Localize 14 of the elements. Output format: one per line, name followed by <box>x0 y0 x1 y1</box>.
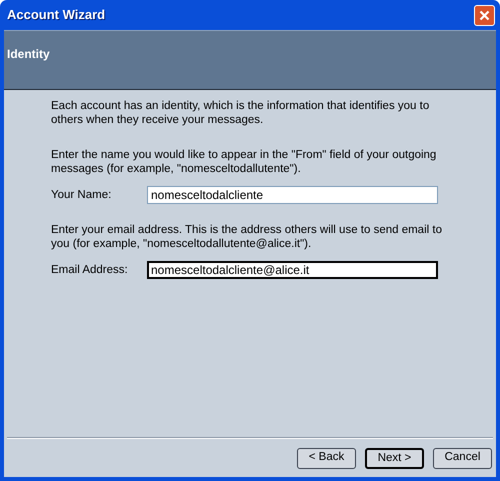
field-label: Email Address: <box>51 263 129 277</box>
text-field[interactable]: nomesceltodalcliente <box>147 186 438 204</box>
close-button[interactable] <box>474 4 495 26</box>
intro-text: Each account has an identity, which is the information that identifies you to others when they receive your messages. <box>51 99 430 127</box>
instruction-text: Enter your email address. This is the address others will use to send email to you (for example, "nomesceltodallutente@alice.it"). <box>51 223 443 251</box>
text-field[interactable]: nomesceltodalcliente@alice.it <box>147 261 438 279</box>
wizard-button[interactable]: < Back <box>297 448 356 468</box>
wizard-button[interactable]: Cancel <box>433 448 492 468</box>
close-icon <box>479 10 490 20</box>
window-title: Account Wizard <box>7 6 106 24</box>
wizard-button[interactable]: Next > <box>365 448 424 468</box>
page-heading: Identity <box>7 47 50 61</box>
field-label: Your Name: <box>51 188 112 202</box>
instruction-text: Enter the name you would like to appear in the "From" field of your outgoing messages (for example, "nomesceltodallutente"). <box>51 148 438 176</box>
